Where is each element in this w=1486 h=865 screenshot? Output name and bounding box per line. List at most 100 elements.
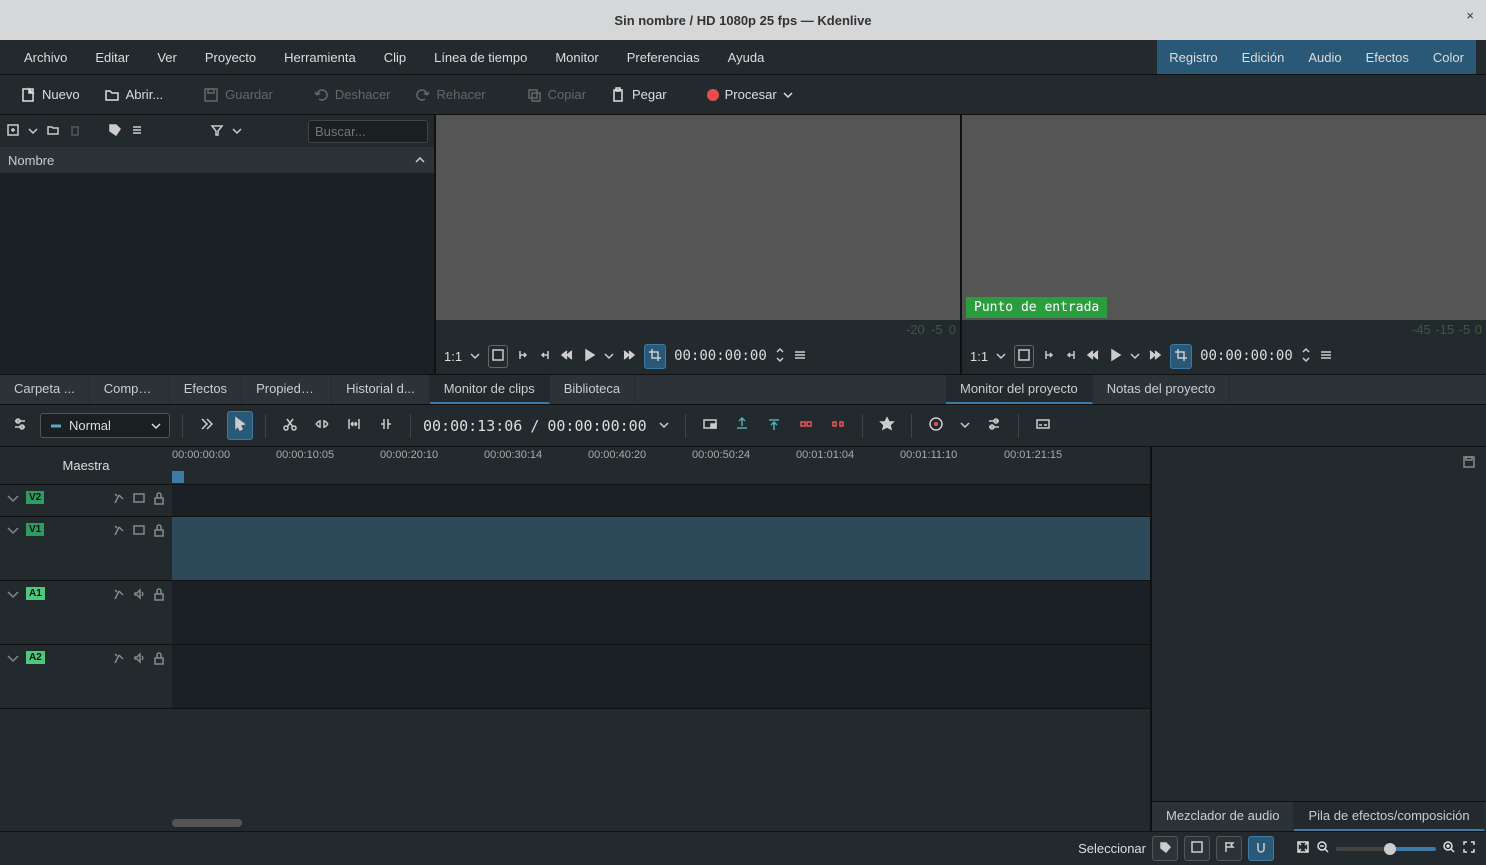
chevron-down-icon[interactable] [6, 491, 20, 505]
clip-preview-icon[interactable] [698, 412, 722, 439]
mixer-icon[interactable] [982, 412, 1006, 439]
snap-button[interactable] [1248, 836, 1274, 861]
timeline-timecode-current[interactable]: 00:00:13:06 [423, 417, 522, 435]
lock-icon[interactable] [152, 523, 166, 537]
menu-linea-tiempo[interactable]: Línea de tiempo [420, 44, 541, 71]
zoom-out-icon[interactable] [1316, 840, 1330, 857]
track-body[interactable] [172, 485, 1150, 516]
grid-icon[interactable] [488, 345, 508, 368]
track-tool-icon[interactable] [195, 412, 219, 439]
menu-ayuda[interactable]: Ayuda [714, 44, 779, 71]
add-folder-icon[interactable] [46, 123, 60, 140]
menu-herramienta[interactable]: Herramienta [270, 44, 370, 71]
open-button[interactable]: Abrir... [94, 81, 174, 109]
select-tool-icon[interactable] [227, 411, 253, 440]
search-input[interactable] [308, 120, 428, 143]
add-clip-icon[interactable] [6, 123, 20, 140]
monitor-ruler[interactable] [436, 320, 960, 338]
grid-icon[interactable] [1014, 345, 1034, 368]
rewind-icon[interactable] [1086, 348, 1100, 365]
monitor-ruler[interactable] [962, 320, 1486, 338]
favorite-icon[interactable] [875, 412, 899, 439]
zoom-fit-icon[interactable] [1296, 840, 1310, 857]
track-body[interactable] [172, 517, 1150, 580]
speaker-icon[interactable] [132, 587, 146, 601]
chevron-down-icon[interactable] [604, 349, 614, 364]
tab-historial[interactable]: Historial d... [332, 375, 430, 404]
fit-width-icon[interactable] [342, 412, 366, 439]
tab-monitor-proyecto[interactable]: Monitor del proyecto [946, 375, 1093, 404]
play-icon[interactable] [1108, 348, 1122, 365]
ruler-ticks[interactable]: 00:00:00:00 00:00:10:05 00:00:20:10 00:0… [172, 447, 1150, 484]
track-header[interactable]: A1 [0, 581, 172, 644]
lock-icon[interactable] [152, 587, 166, 601]
fit-zone-icon[interactable] [374, 412, 398, 439]
spinner-icon[interactable] [1301, 347, 1311, 366]
rewind-icon[interactable] [560, 348, 574, 365]
master-label[interactable]: Maestra [0, 447, 172, 484]
layout-registro[interactable]: Registro [1157, 44, 1229, 71]
flag-button[interactable] [1216, 836, 1242, 861]
lock-icon[interactable] [152, 651, 166, 665]
layout-audio[interactable]: Audio [1296, 44, 1353, 71]
razor-tool-icon[interactable] [278, 412, 302, 439]
menu-archivo[interactable]: Archivo [10, 44, 81, 71]
delete-icon[interactable] [68, 123, 82, 140]
extract-icon[interactable] [794, 412, 818, 439]
crop-icon[interactable] [1170, 344, 1192, 369]
chevron-down-icon[interactable] [28, 124, 38, 139]
tab-carpeta[interactable]: Carpeta ... [0, 375, 90, 404]
timecode[interactable]: 00:00:00:00 [674, 348, 767, 364]
chevron-down-icon[interactable] [6, 523, 20, 537]
chevron-down-icon[interactable] [470, 349, 480, 364]
insert-marker-icon[interactable] [730, 412, 754, 439]
tab-pila-efectos[interactable]: Pila de efectos/composición [1294, 802, 1484, 831]
hamburger-icon[interactable] [793, 348, 807, 365]
effects-icon[interactable] [112, 491, 126, 505]
paste-button[interactable]: Pegar [600, 81, 677, 109]
forward-icon[interactable] [622, 348, 636, 365]
tab-notas[interactable]: Notas del proyecto [1093, 375, 1230, 404]
redo-button[interactable]: Rehacer [405, 81, 496, 109]
track-header[interactable]: V1 [0, 517, 172, 580]
tag-icon[interactable] [108, 123, 122, 140]
menu-preferencias[interactable]: Preferencias [613, 44, 714, 71]
menu-editar[interactable]: Editar [81, 44, 143, 71]
zoom-slider[interactable] [1336, 847, 1436, 851]
effects-icon[interactable] [112, 587, 126, 601]
render-button[interactable]: Procesar [697, 81, 803, 108]
track-header[interactable]: V2 [0, 485, 172, 516]
zone-in-icon[interactable] [1042, 348, 1056, 365]
chevron-down-icon[interactable] [6, 651, 20, 665]
list-icon[interactable] [130, 123, 144, 140]
preview-render-icon[interactable] [924, 412, 948, 439]
menu-clip[interactable]: Clip [370, 44, 420, 71]
copy-button[interactable]: Copiar [516, 81, 596, 109]
settings-icon[interactable] [8, 412, 32, 439]
crop-icon[interactable] [644, 344, 666, 369]
tab-efectos[interactable]: Efectos [170, 375, 242, 404]
forward-icon[interactable] [1148, 348, 1162, 365]
tag-button[interactable] [1152, 836, 1178, 861]
tab-propiedades[interactable]: Propieda... [242, 375, 332, 404]
menu-monitor[interactable]: Monitor [541, 44, 612, 71]
tab-composiciones[interactable]: Compo... [90, 375, 170, 404]
timecode[interactable]: 00:00:00:00 [1200, 348, 1293, 364]
layout-edicion[interactable]: Edición [1230, 44, 1297, 71]
chevron-down-icon[interactable] [232, 124, 242, 139]
tab-biblioteca[interactable]: Biblioteca [550, 375, 635, 404]
save-button[interactable] [1184, 836, 1210, 861]
zone-out-icon[interactable] [538, 348, 552, 365]
timeline-scrollbar[interactable] [0, 815, 1150, 831]
save-stack-icon[interactable] [1462, 455, 1476, 472]
chevron-down-icon[interactable] [655, 414, 673, 437]
edit-mode-select[interactable]: Normal [40, 413, 170, 438]
play-icon[interactable] [582, 348, 596, 365]
bin-tree[interactable] [0, 173, 434, 374]
save-button[interactable]: Guardar [193, 81, 283, 109]
track-header[interactable]: A2 [0, 645, 172, 708]
layout-efectos[interactable]: Efectos [1354, 44, 1421, 71]
effects-icon[interactable] [112, 523, 126, 537]
menu-ver[interactable]: Ver [143, 44, 191, 71]
spinner-icon[interactable] [775, 347, 785, 366]
